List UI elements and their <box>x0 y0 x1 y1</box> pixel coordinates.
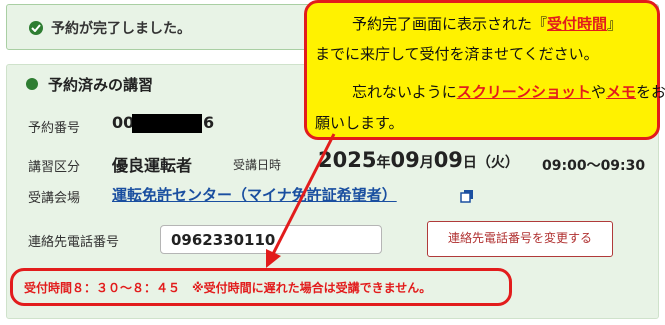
callout-text: 』 <box>607 15 623 33</box>
phone-label: 連絡先電話番号 <box>28 235 120 250</box>
course-time-range: 09:00〜09:30 <box>542 158 646 174</box>
callout-line-1: 予約完了画面に表示された『受付時間』 <box>352 13 622 34</box>
date-weekday: （火） <box>476 155 519 171</box>
callout-text: や <box>590 83 606 101</box>
reservation-number-prefix: 00 <box>112 113 135 132</box>
change-phone-button[interactable]: 連絡先電話番号を変更する <box>427 221 613 257</box>
venue-label: 受講会場 <box>28 191 81 206</box>
callout-highlight-screenshot: スクリーンショット <box>456 83 591 101</box>
callout-text: 忘れないように <box>352 83 457 101</box>
course-category-label: 講習区分 <box>28 160 81 175</box>
course-category-value: 優良運転者 <box>112 156 193 175</box>
callout-highlight-reception-time: 受付時間 <box>547 15 608 33</box>
success-message: 予約が完了しました。 <box>51 21 191 37</box>
date-day-unit: 日 <box>462 155 477 171</box>
callout-text: をお <box>636 83 665 101</box>
check-circle-icon <box>29 21 43 35</box>
venue-link[interactable]: 運転免許センター（マイナ免許証希望者） <box>112 184 397 205</box>
course-date-value: 2025年09月09日（火） <box>318 148 519 172</box>
external-link-icon[interactable] <box>460 188 474 203</box>
section-title: 予約済みの講習 <box>48 76 154 94</box>
callout-text: 予約完了画面に表示された『 <box>352 15 548 33</box>
redaction-bar <box>132 114 202 133</box>
callout-highlight-memo: メモ <box>605 83 636 101</box>
date-month: 09 <box>390 148 420 172</box>
reservation-number-suffix: 6 <box>203 113 215 132</box>
course-date-label: 受講日時 <box>233 158 282 172</box>
reservation-number-label: 予約番号 <box>28 121 81 136</box>
callout-line-2: までに来庁して受付を済ませてください。 <box>315 45 599 63</box>
date-year-unit: 年 <box>376 155 391 171</box>
date-day: 09 <box>433 148 463 172</box>
callout-line-4: 願いします。 <box>315 114 404 132</box>
date-month-unit: 月 <box>419 155 434 171</box>
date-year: 2025 <box>318 148 377 172</box>
reception-time-notice: 受付時間８：３０〜８：４５ ※受付時間に遅れた場合は受講できません。 <box>24 281 432 295</box>
section-bullet-icon <box>26 78 38 90</box>
callout-line-3: 忘れないようにスクリーンショットやメモをお <box>352 81 665 102</box>
phone-input[interactable]: 0962330110 <box>160 225 382 254</box>
